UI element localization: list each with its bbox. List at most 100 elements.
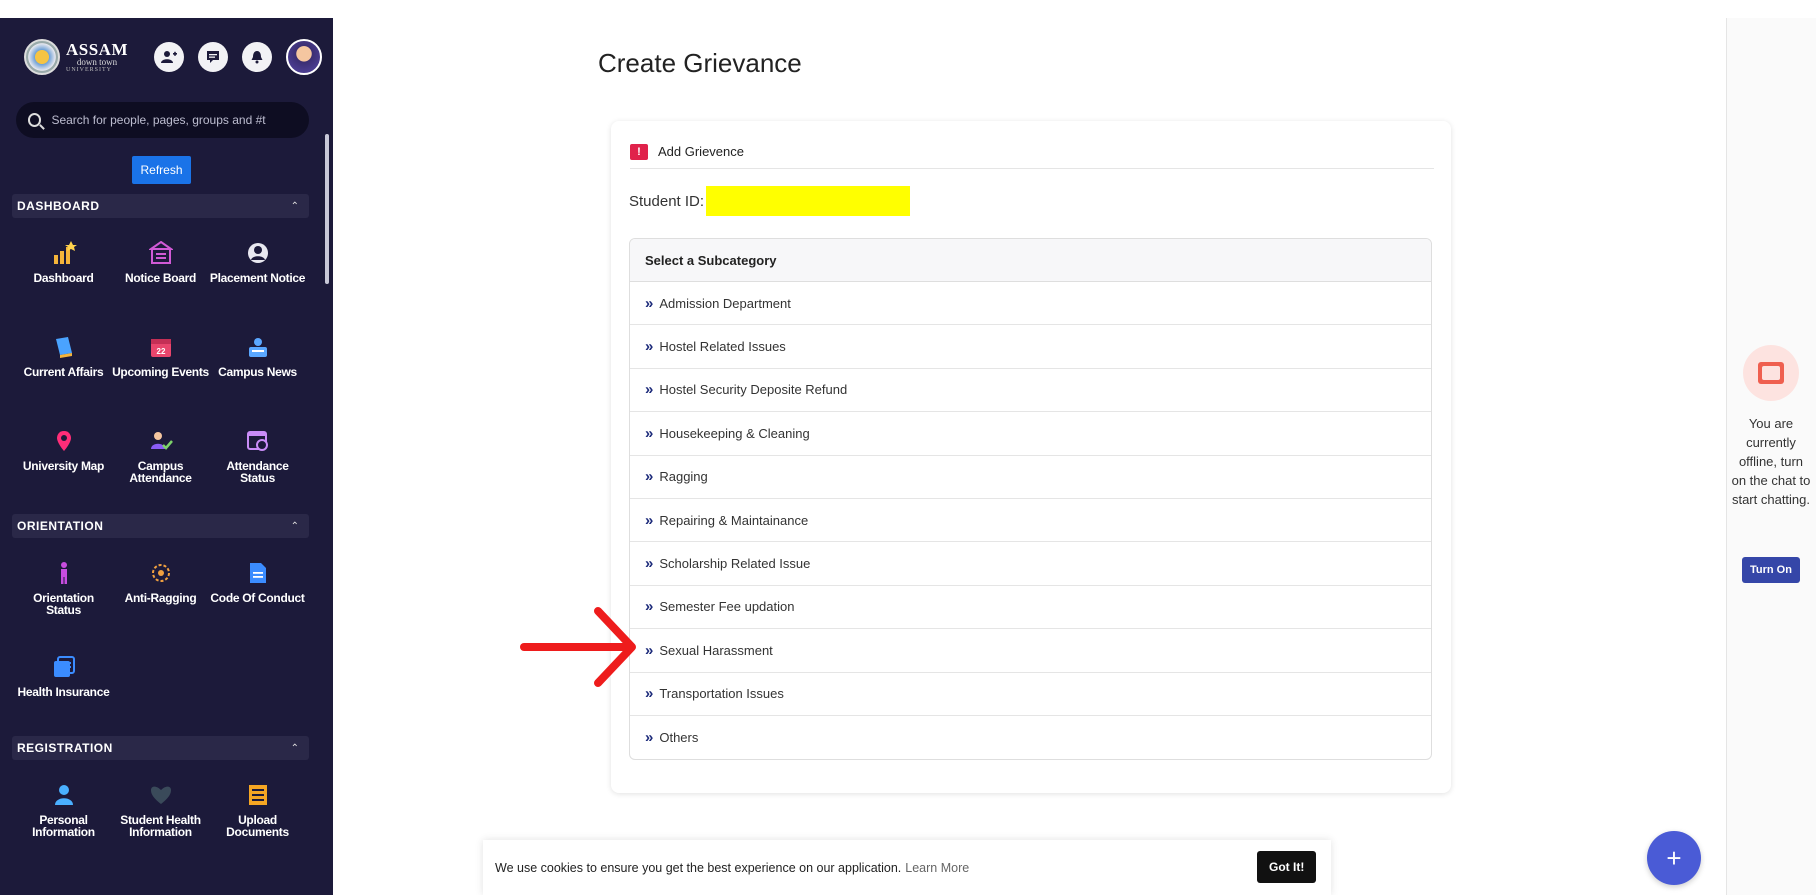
double-chevron-right-icon: » <box>645 294 654 312</box>
sidebar-item-student-health-information[interactable]: Student Health Information <box>112 774 209 850</box>
subcategory-item[interactable]: » Others <box>630 716 1431 759</box>
top-icons <box>154 39 323 75</box>
add-fab-button[interactable]: + <box>1647 831 1701 885</box>
sidebar-item-attendance-status[interactable]: Attendance Status <box>209 420 306 496</box>
refresh-button[interactable]: Refresh <box>132 156 191 184</box>
section-header-dashboard[interactable]: DASHBOARD ⌃ <box>12 194 309 218</box>
sidebar-item-notice-board[interactable]: Notice Board <box>112 232 209 308</box>
chat-status-text: You are currently offline, turn on the c… <box>1731 416 1811 507</box>
subcategory-item[interactable]: » Transportation Issues <box>630 673 1431 716</box>
sidebar-item-placement-notice[interactable]: Placement Notice <box>209 232 306 308</box>
subcategory-label: Housekeeping & Cleaning <box>659 425 810 441</box>
tile-label: Code Of Conduct <box>210 591 305 605</box>
tile-label: Notice Board <box>124 271 197 285</box>
subcategory-item[interactable]: » Hostel Related Issues <box>630 325 1431 369</box>
logo-line2: down town <box>76 57 118 67</box>
sidebar-item-anti-ragging[interactable]: Anti-Ragging <box>112 552 209 628</box>
search-input[interactable] <box>51 113 297 127</box>
double-chevron-right-icon: » <box>645 468 654 486</box>
double-chevron-right-icon: » <box>645 338 654 356</box>
sidebar-item-health-insurance[interactable]: Health Insurance <box>15 646 112 722</box>
sidebar-scrollbar[interactable] <box>325 134 329 284</box>
subcategory-label: Others <box>659 730 699 746</box>
logo-line1: ASSAM <box>66 40 129 59</box>
user-check-icon <box>148 428 174 454</box>
chevron-up-icon: ⌃ <box>290 520 299 532</box>
double-chevron-right-icon: » <box>645 555 654 573</box>
search-bar[interactable] <box>16 102 309 138</box>
subcategory-item[interactable]: » Admission Department <box>630 282 1431 326</box>
placement-icon <box>245 240 271 266</box>
subcategory-item[interactable]: » Ragging <box>630 456 1431 499</box>
personal-info-icon <box>51 782 77 808</box>
subcategory-label: Repairing & Maintainance <box>659 512 809 528</box>
sidebar-item-upcoming-events[interactable]: 22 Upcoming Events <box>112 326 209 402</box>
card-title: Add Grievence <box>658 144 744 159</box>
subcategory-item[interactable]: » Housekeeping & Cleaning <box>630 412 1431 456</box>
university-logo[interactable]: ASSAM down town UNIVERSITY <box>24 39 128 75</box>
bell-icon[interactable] <box>242 42 273 72</box>
chat-offline-icon <box>1743 345 1799 401</box>
sidebar-item-campus-news[interactable]: Campus News <box>209 326 306 402</box>
user-avatar[interactable] <box>286 39 323 75</box>
double-chevron-right-icon: » <box>645 424 654 442</box>
section-header-orientation[interactable]: ORIENTATION ⌃ <box>12 514 309 538</box>
sidebar-item-dashboard[interactable]: Dashboard <box>15 232 112 308</box>
sidebar-item-upload-documents[interactable]: Upload Documents <box>209 774 306 850</box>
section-title: ORIENTATION <box>17 519 104 533</box>
tile-label: Upload Documents <box>226 813 289 839</box>
subcategory-header: Select a Subcategory <box>630 239 1431 282</box>
subcategory-label: Admission Department <box>659 295 791 311</box>
tile-label: Campus Attendance <box>129 459 192 485</box>
sidebar-item-campus-attendance[interactable]: Campus Attendance <box>112 420 209 496</box>
sidebar-item-personal-information[interactable]: Personal Information <box>15 774 112 850</box>
subcategory-item[interactable]: » Hostel Security Deposite Refund <box>630 369 1431 413</box>
messages-icon[interactable] <box>198 42 229 72</box>
dashboard-grid: Dashboard Notice Board Placement Notice … <box>15 232 333 496</box>
calendar-icon: 22 <box>148 334 174 360</box>
insurance-icon <box>51 654 77 680</box>
cookie-banner: We use cookies to ensure you get the bes… <box>483 840 1331 895</box>
tile-label: Orientation Status <box>33 591 94 617</box>
add-friend-icon[interactable] <box>154 42 185 72</box>
subcategory-item[interactable]: » Repairing & Maintainance <box>630 499 1431 543</box>
subcategory-list: Select a Subcategory » Admission Departme… <box>629 238 1432 761</box>
subcategory-item[interactable]: » Scholarship Related Issue <box>630 542 1431 586</box>
student-id-row: Student ID: <box>629 186 911 216</box>
got-it-button[interactable]: Got It! <box>1257 851 1317 883</box>
alert-icon: ! <box>630 143 648 160</box>
sidebar-item-current-affairs[interactable]: Current Affairs <box>15 326 112 402</box>
tile-label: Personal Information <box>32 813 95 839</box>
calendar-clock-icon <box>245 428 271 454</box>
double-chevron-right-icon: » <box>645 641 654 659</box>
subcategory-item[interactable]: » Semester Fee updation <box>630 586 1431 630</box>
tile-label: Health Insurance <box>17 685 110 699</box>
double-chevron-right-icon: » <box>645 511 654 529</box>
subcategory-label: Sexual Harassment <box>659 642 773 658</box>
double-chevron-right-icon: » <box>645 729 654 747</box>
news-icon <box>245 334 271 360</box>
student-id-label: Student ID: <box>629 192 705 210</box>
sidebar: ASSAM down town UNIVERSITY Refresh DASHB… <box>0 18 333 895</box>
learn-more-link[interactable]: Learn More <box>905 861 969 875</box>
chevron-up-icon: ⌃ <box>290 200 299 212</box>
chart-icon <box>51 240 77 266</box>
tile-label: Attendance Status <box>226 459 289 485</box>
turn-on-chat-button[interactable]: Turn On <box>1742 557 1800 583</box>
section-header-registration[interactable]: REGISTRATION ⌃ <box>12 736 309 760</box>
tile-label: Placement Notice <box>209 271 306 285</box>
subcategory-label: Scholarship Related Issue <box>659 556 811 572</box>
page-title: Create Grievance <box>598 48 802 78</box>
grievance-card: ! Add Grievence Student ID: Select a Sub… <box>611 121 1451 793</box>
tile-label: Dashboard <box>33 271 94 285</box>
red-arrow-icon <box>520 607 636 687</box>
orientation-grid: Orientation Status Anti-Ragging Code Of … <box>15 552 333 722</box>
chevron-up-icon: ⌃ <box>290 742 299 754</box>
sidebar-item-orientation-status[interactable]: Orientation Status <box>15 552 112 628</box>
sidebar-item-university-map[interactable]: University Map <box>15 420 112 496</box>
subcategory-label: Hostel Related Issues <box>659 339 786 355</box>
tile-label: Student Health Information <box>120 813 201 839</box>
sidebar-item-code-of-conduct[interactable]: Code Of Conduct <box>209 552 306 628</box>
map-pin-icon <box>51 428 77 454</box>
subcategory-item-sexual-harassment[interactable]: » Sexual Harassment <box>630 629 1431 673</box>
